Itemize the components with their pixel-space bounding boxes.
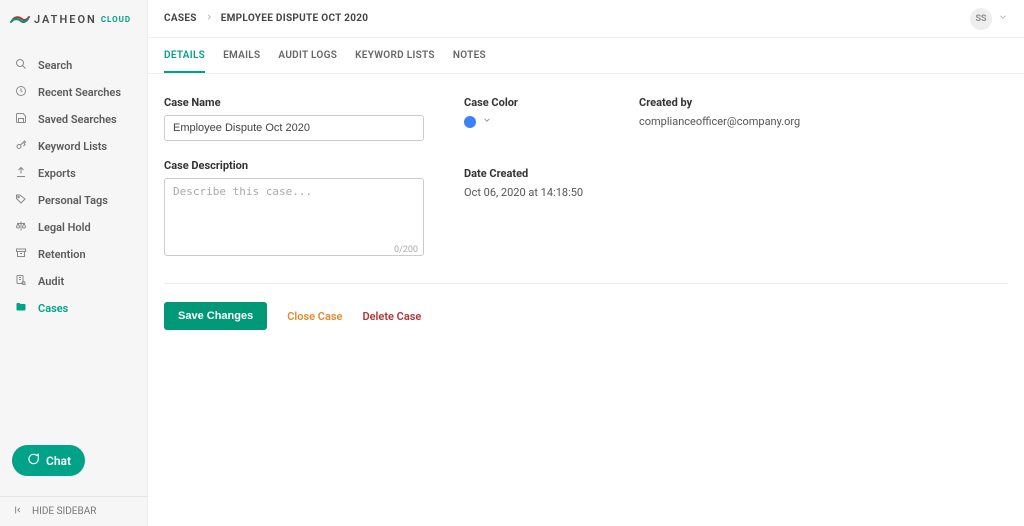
- tab-audit-logs[interactable]: AUDIT LOGS: [278, 38, 337, 73]
- key-icon: [14, 139, 28, 154]
- save-button[interactable]: Save Changes: [164, 302, 267, 330]
- user-menu[interactable]: SS: [970, 8, 1008, 30]
- archive-icon: [14, 247, 28, 262]
- sidebar-item-audit[interactable]: Audit: [0, 268, 147, 295]
- sidebar-item-keyword-lists[interactable]: Keyword Lists: [0, 133, 147, 160]
- upload-icon: [14, 166, 28, 181]
- audit-icon: [14, 274, 28, 289]
- chevron-down-icon: [998, 12, 1008, 25]
- breadcrumb: CASES EMPLOYEE DISPUTE OCT 2020: [164, 13, 368, 24]
- collapse-icon: [14, 505, 24, 518]
- avatar: SS: [970, 8, 992, 30]
- sidebar-item-label: Cases: [38, 302, 68, 315]
- main: CASES EMPLOYEE DISPUTE OCT 2020 SS DETAI…: [148, 0, 1024, 526]
- sidebar-item-label: Recent Searches: [38, 86, 121, 99]
- chat-button[interactable]: Chat: [12, 445, 85, 476]
- brand-word: JATHEON: [34, 13, 97, 26]
- sidebar-item-retention[interactable]: Retention: [0, 241, 147, 268]
- sidebar-item-cases[interactable]: Cases: [0, 295, 147, 322]
- logo-icon: [10, 11, 30, 27]
- chat-label: Chat: [46, 454, 71, 468]
- tab-notes[interactable]: NOTES: [453, 38, 486, 73]
- content: Case Name Case Description 0/200 Case Co…: [148, 74, 1024, 352]
- sidebar-item-label: Exports: [38, 167, 76, 180]
- chevron-right-icon: [205, 13, 213, 24]
- tag-icon: [14, 193, 28, 208]
- sidebar-item-personal-tags[interactable]: Personal Tags: [0, 187, 147, 214]
- sidebar-item-exports[interactable]: Exports: [0, 160, 147, 187]
- breadcrumb-root[interactable]: CASES: [164, 13, 197, 24]
- brand-suffix: CLOUD: [101, 15, 131, 24]
- divider: [164, 283, 1008, 284]
- case-description-label: Case Description: [164, 159, 424, 172]
- chat-icon: [26, 452, 40, 469]
- clock-icon: [14, 85, 28, 100]
- date-created-label: Date Created: [464, 167, 599, 180]
- search-icon: [14, 58, 28, 73]
- tab-emails[interactable]: EMAILS: [223, 38, 260, 73]
- char-count: 0/200: [394, 245, 418, 255]
- folder-icon: [14, 301, 28, 316]
- topbar: CASES EMPLOYEE DISPUTE OCT 2020 SS: [148, 0, 1024, 38]
- hide-sidebar-button[interactable]: HIDE SIDEBAR: [0, 496, 147, 526]
- chevron-down-icon: [482, 115, 492, 128]
- sidebar-item-saved-searches[interactable]: Saved Searches: [0, 106, 147, 133]
- sidebar-nav: Search Recent Searches Saved Searches Ke…: [0, 38, 147, 322]
- created-by-label: Created by: [639, 96, 859, 109]
- close-case-link[interactable]: Close Case: [287, 310, 342, 323]
- sidebar-item-label: Legal Hold: [38, 221, 91, 234]
- sidebar-item-recent-searches[interactable]: Recent Searches: [0, 79, 147, 106]
- sidebar-item-label: Retention: [38, 248, 86, 261]
- sidebar-item-label: Search: [38, 59, 72, 72]
- sidebar-item-search[interactable]: Search: [0, 52, 147, 79]
- sidebar-item-legal-hold[interactable]: Legal Hold: [0, 214, 147, 241]
- case-description-input[interactable]: [164, 178, 424, 256]
- save-icon: [14, 112, 28, 127]
- delete-case-link[interactable]: Delete Case: [362, 310, 421, 323]
- actions: Save Changes Close Case Delete Case: [164, 302, 1008, 330]
- case-color-picker[interactable]: [464, 115, 492, 128]
- case-color-label: Case Color: [464, 96, 599, 109]
- sidebar-item-label: Keyword Lists: [38, 140, 107, 153]
- case-name-input[interactable]: [164, 115, 424, 141]
- color-swatch-icon: [464, 116, 476, 128]
- sidebar: JATHEON CLOUD Search Recent Searches Sav…: [0, 0, 148, 526]
- tabs: DETAILS EMAILS AUDIT LOGS KEYWORD LISTS …: [148, 38, 1024, 74]
- case-name-label: Case Name: [164, 96, 424, 109]
- tab-details[interactable]: DETAILS: [164, 38, 205, 73]
- breadcrumb-current: EMPLOYEE DISPUTE OCT 2020: [221, 13, 369, 24]
- balance-icon: [14, 220, 28, 235]
- sidebar-item-label: Saved Searches: [38, 113, 117, 126]
- sidebar-item-label: Audit: [38, 275, 64, 288]
- hide-sidebar-label: HIDE SIDEBAR: [32, 506, 96, 517]
- brand-logo: JATHEON CLOUD: [0, 0, 147, 38]
- tab-keyword-lists[interactable]: KEYWORD LISTS: [355, 38, 435, 73]
- date-created-value: Oct 06, 2020 at 14:18:50: [464, 186, 599, 199]
- created-by-value: complianceofficer@company.org: [639, 115, 859, 128]
- sidebar-item-label: Personal Tags: [38, 194, 108, 207]
